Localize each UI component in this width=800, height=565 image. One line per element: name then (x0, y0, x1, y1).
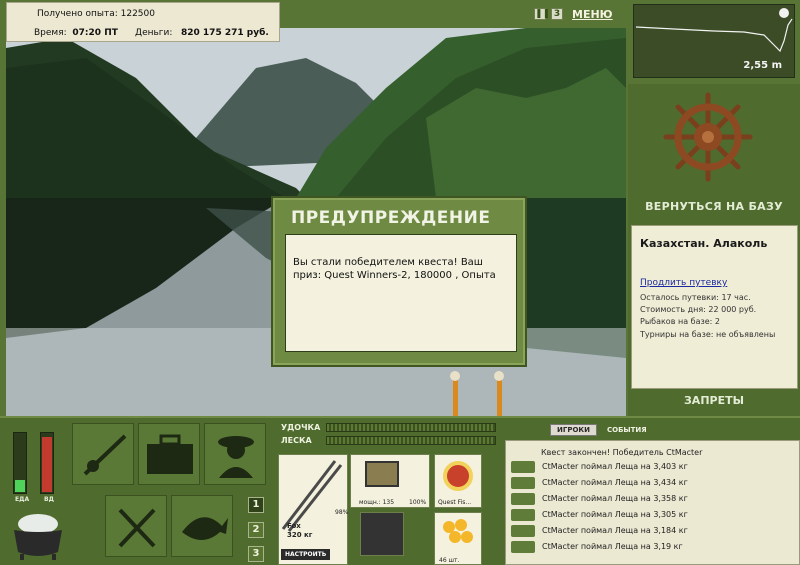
players-list: Квест закончен! Победитель CtMacter CtMa… (505, 440, 800, 565)
fish-icon (511, 541, 535, 553)
fish-icon (182, 517, 228, 540)
vd-meter-fill (42, 437, 52, 492)
fish-icon (511, 525, 535, 537)
bait-count: 46 шт. (439, 557, 460, 564)
experience-row: Получено опыта: 122500 (37, 9, 155, 19)
experience-value: 122500 (120, 9, 155, 19)
angler-icon (218, 436, 254, 478)
rod-condition: 98% (335, 509, 349, 516)
close-icon[interactable] (779, 8, 789, 18)
tab-events[interactable]: СОБЫТИЯ (601, 425, 653, 435)
ship-wheel-icon[interactable] (663, 92, 753, 182)
bait-slot[interactable]: 46 шт. (434, 512, 482, 565)
food-label: ЕДА (15, 496, 30, 503)
fish-icon (511, 509, 535, 521)
list-item: CtMacter поймал Леща на 3,184 кг (511, 525, 796, 538)
vd-meter (40, 432, 54, 494)
reel-power: мощн.: 135 (359, 499, 395, 506)
line-slot[interactable]: Quest Fis... (434, 454, 482, 508)
top-toolbar: ❚❚ 3 МЕНЮ (534, 6, 613, 22)
money-value: 820 175 271 руб. (181, 28, 269, 38)
day-cost: Стоимость дня: 22 000 руб. (640, 305, 757, 314)
dialog-message: Вы стали победителем квеста! Ваш приз: Q… (285, 234, 517, 352)
line-spool-icon (443, 461, 473, 491)
time-money-row: Время: 07:20 ПТ Деньги: 820 175 271 руб. (34, 28, 269, 38)
fish-icon (511, 461, 535, 473)
reel-icon (365, 461, 399, 487)
tournaments-info: Турниры на базе: не объявлены (640, 330, 776, 339)
food-meter (13, 432, 27, 494)
tackle-box-icon (147, 434, 193, 474)
anglers-count: Рыбаков на базе: 2 (640, 317, 720, 326)
food-meter-fill (15, 480, 25, 492)
tackle-set-tab-3[interactable]: 3 (248, 546, 264, 562)
fish-icon (511, 477, 535, 489)
sound-button[interactable]: 3 (551, 8, 563, 20)
quest-result-message: Квест закончен! Победитель CtMacter (541, 448, 703, 457)
fish-keepnet-tile[interactable] (171, 495, 233, 557)
hook-slot[interactable] (360, 512, 404, 556)
players-tabs: ИГРОКИ СОБЫТИЯ (550, 424, 653, 436)
location-info: Казахстан. Алаколь Продлить путевку Оста… (631, 225, 798, 389)
return-to-base-button[interactable]: ВЕРНУТЬСЯ НА БАЗУ (628, 200, 800, 213)
rod-slot[interactable]: 98% Fox 320 кг НАСТРОИТЬ (278, 454, 348, 565)
list-item: CtMacter поймал Леща на 3,305 кг (511, 509, 796, 522)
menu-button[interactable]: МЕНЮ (572, 8, 613, 21)
pause-icon[interactable]: ❚❚ (534, 8, 550, 20)
right-panel: ВЕРНУТЬСЯ НА БАЗУ Казахстан. Алаколь Про… (628, 84, 800, 416)
player-stats-panel: Получено опыта: 122500 Время: 07:20 ПТ Д… (6, 2, 280, 42)
depth-sonar-panel: 2,55 m (633, 4, 795, 78)
tab-players[interactable]: ИГРОКИ (550, 424, 597, 436)
players-panel: ИГРОКИ СОБЫТИЯ Квест закончен! Победител… (502, 420, 800, 565)
bans-button[interactable]: ЗАПРЕТЫ (628, 394, 800, 407)
experience-label: Получено опыта: (37, 9, 118, 19)
list-item: CtMacter поймал Леща на 3,19 кг (511, 541, 796, 554)
time-label: Время: (34, 28, 67, 38)
tackle-box-tile[interactable] (138, 423, 200, 485)
food-tile[interactable] (105, 495, 167, 557)
money-label: Деньги: (135, 28, 173, 38)
vd-label: ВД (44, 496, 54, 503)
cauldron-icon[interactable] (8, 510, 68, 562)
fork-knife-icon (118, 508, 156, 548)
game-window: Получено опыта: 122500 Время: 07:20 ПТ Д… (0, 0, 800, 565)
line-load-bar (326, 436, 496, 445)
rod-icon (83, 434, 127, 476)
line-name: Quest Fis... (438, 499, 472, 506)
corn-bait-icon (443, 519, 473, 543)
setup-button[interactable]: НАСТРОИТЬ (281, 549, 331, 560)
dialog-title: ПРЕДУПРЕЖДЕНИЕ (291, 208, 491, 228)
list-item: CtMacter поймал Леща на 3,403 кг (511, 461, 796, 474)
tackle-set-tab-2[interactable]: 2 (248, 522, 264, 538)
time-value: 07:20 ПТ (72, 28, 118, 38)
depth-value: 2,55 m (743, 60, 782, 71)
tackle-set-tab-1[interactable]: 1 (248, 497, 264, 513)
line-load-label: ЛЕСКА (281, 436, 312, 445)
reel-condition: 100% (409, 499, 427, 506)
extend-permit-link[interactable]: Продлить путевку (640, 278, 727, 288)
warning-dialog: ПРЕДУПРЕЖДЕНИЕ Вы стали победителем квес… (271, 196, 527, 367)
tackle-panel: УДОЧКА ЛЕСКА 98% Fox 320 кг НАСТРОИТЬ мо… (278, 420, 500, 565)
reel-slot[interactable]: мощн.: 135 100% (350, 454, 430, 508)
list-item: CtMacter поймал Леща на 3,434 кг (511, 477, 796, 490)
rod-name: Fox (287, 522, 301, 530)
fishing-rod-tile[interactable] (72, 423, 134, 485)
permit-remaining: Осталось путевки: 17 час. (640, 293, 751, 302)
location-name: Казахстан. Алаколь (640, 237, 768, 250)
character-tile[interactable] (204, 423, 266, 485)
list-item: CtMacter поймал Леща на 3,358 кг (511, 493, 796, 506)
fish-icon (511, 493, 535, 505)
rod-load-label: УДОЧКА (281, 423, 321, 432)
rod-weight: 320 кг (287, 531, 313, 539)
status-meters: ЕДА ВД (4, 424, 66, 565)
rod-load-bar (326, 423, 496, 432)
